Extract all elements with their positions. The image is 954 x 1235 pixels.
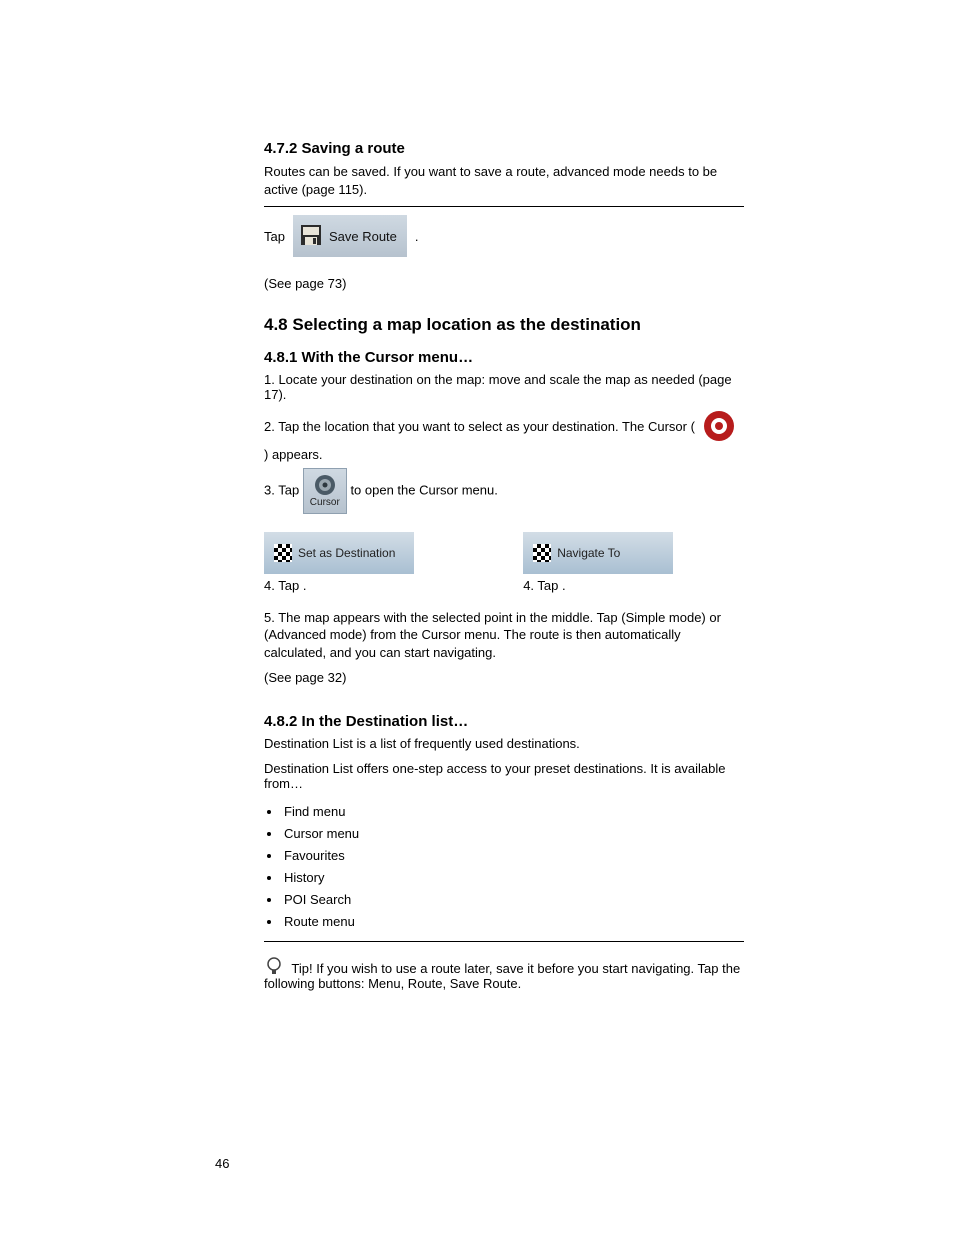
list-item: History xyxy=(282,867,744,889)
step-3: 3. Tap Cursor to open the Cursor menu. xyxy=(264,468,744,514)
tip-block: Tip! If you wish to use a route later, s… xyxy=(264,956,744,991)
cursor-button[interactable]: Cursor xyxy=(303,468,347,514)
step-3b: to open the Cursor menu. xyxy=(350,482,497,497)
see-page-ref-1: (See page 73) xyxy=(264,275,744,293)
step-4-row: Set as Destination 4. Tap . Navigate To … xyxy=(264,532,744,593)
divider xyxy=(264,941,744,942)
step-1: 1. Locate your destination on the map: m… xyxy=(264,372,744,402)
list-item: POI Search xyxy=(282,889,744,911)
step-5-summary: 5. The map appears with the selected poi… xyxy=(264,609,744,662)
step-2b: ) appears. xyxy=(264,447,323,462)
set-as-destination-label: Set as Destination xyxy=(298,546,395,560)
destination-list-features: Find menu Cursor menu Favourites History… xyxy=(282,801,744,934)
set-as-destination-button[interactable]: Set as Destination xyxy=(264,532,414,574)
step-4-right-text: 4. Tap . xyxy=(523,578,744,593)
destination-list-desc2: Destination List offers one-step access … xyxy=(264,761,744,791)
heading-cursor-menu: 4.8.1 With the Cursor menu… xyxy=(264,349,744,366)
cursor-icon xyxy=(313,473,337,497)
step-3a: 3. Tap xyxy=(264,482,299,497)
step-4-right: Navigate To 4. Tap . xyxy=(523,532,744,593)
list-item: Route menu xyxy=(282,911,744,933)
checkered-flag-icon xyxy=(533,544,551,562)
tip-label: Tip! xyxy=(291,961,312,976)
page-number: 46 xyxy=(215,1156,229,1171)
heading-save-route: 4.7.2 Saving a route xyxy=(264,140,744,157)
lightbulb-icon xyxy=(264,956,284,976)
document-page: 4.7.2 Saving a route Routes can be saved… xyxy=(0,0,954,1235)
save-route-body: Routes can be saved. If you want to save… xyxy=(264,163,744,198)
checkered-flag-icon xyxy=(274,544,292,562)
page-content: 4.7.2 Saving a route Routes can be saved… xyxy=(264,140,744,991)
list-item: Cursor menu xyxy=(282,823,744,845)
save-route-button-label: Save Route xyxy=(329,229,397,244)
tap-save-route-line: Tap Save Route . xyxy=(264,215,744,257)
tip-text: If you wish to use a route later, save i… xyxy=(264,961,740,991)
navigate-to-button[interactable]: Navigate To xyxy=(523,532,673,574)
destination-list-desc1: Destination List is a list of frequently… xyxy=(264,736,744,751)
step-2: 2. Tap the location that you want to sel… xyxy=(264,408,744,462)
tap-prefix: Tap xyxy=(264,229,285,244)
cursor-button-label: Cursor xyxy=(310,497,340,508)
floppy-icon xyxy=(299,223,323,250)
cursor-marker-icon xyxy=(701,408,737,447)
step-2a: 2. Tap the location that you want to sel… xyxy=(264,419,695,434)
list-item: Favourites xyxy=(282,845,744,867)
divider xyxy=(264,206,744,207)
heading-select-map-location: 4.8 Selecting a map location as the dest… xyxy=(264,315,744,335)
step-4-left: Set as Destination 4. Tap . xyxy=(264,532,485,593)
see-page-ref-2: (See page 32) xyxy=(264,669,744,687)
list-item: Find menu xyxy=(282,801,744,823)
heading-destination-list: 4.8.2 In the Destination list… xyxy=(264,713,744,730)
navigate-to-label: Navigate To xyxy=(557,546,620,560)
step-4-left-text: 4. Tap . xyxy=(264,578,485,593)
tap-suffix: . xyxy=(415,229,419,244)
save-route-button[interactable]: Save Route xyxy=(293,215,407,257)
